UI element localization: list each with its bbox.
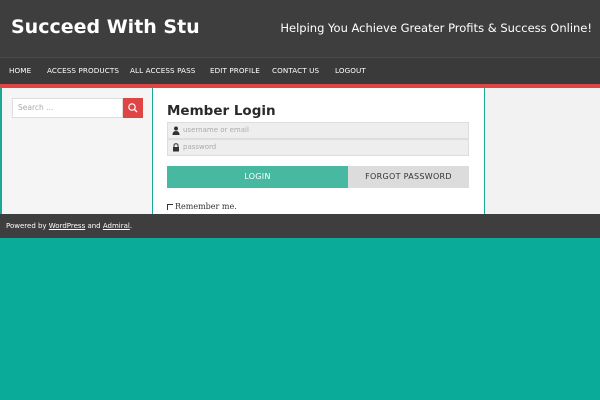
- nav-item-edit-profile[interactable]: EDIT PROFILE: [210, 66, 260, 75]
- search-button[interactable]: [123, 98, 143, 118]
- admiral-link[interactable]: Admiral: [103, 222, 130, 230]
- footer-credits: Powered by WordPress and Admiral.: [6, 222, 132, 230]
- wordpress-link[interactable]: WordPress: [49, 222, 85, 230]
- main-nav: HOME ACCESS PRODUCTS ALL ACCESS PASS EDI…: [0, 57, 600, 84]
- lock-icon: [173, 143, 179, 152]
- remember-checkbox[interactable]: [167, 204, 173, 210]
- login-button[interactable]: LOGIN: [167, 166, 348, 188]
- site-tagline: Helping You Achieve Greater Profits & Su…: [280, 21, 592, 35]
- nav-item-all-access-pass[interactable]: ALL ACCESS PASS: [130, 66, 195, 75]
- site-title[interactable]: Succeed With Stu: [11, 16, 200, 38]
- user-icon: [172, 126, 180, 135]
- right-sidebar: [485, 88, 600, 214]
- footer-prefix: Powered by: [6, 222, 49, 230]
- content-area: Search ... Member Login username or emai…: [0, 88, 600, 214]
- nav-item-home[interactable]: HOME: [9, 66, 31, 75]
- username-placeholder: username or email: [183, 126, 249, 134]
- search-input[interactable]: Search ...: [12, 98, 123, 118]
- remember-me[interactable]: Remember me.: [167, 202, 237, 211]
- nav-item-contact-us[interactable]: CONTACT US: [272, 66, 319, 75]
- footer-middle: and: [85, 222, 103, 230]
- nav-item-access-products[interactable]: ACCESS PRODUCTS: [47, 66, 119, 75]
- site-header: Succeed With Stu Helping You Achieve Gre…: [0, 0, 600, 57]
- password-placeholder: password: [183, 143, 217, 151]
- left-sidebar: Search ...: [0, 88, 152, 214]
- search-icon: [128, 103, 138, 113]
- username-field[interactable]: username or email: [167, 122, 469, 139]
- remember-label: Remember me.: [175, 202, 237, 211]
- forgot-password-button[interactable]: FORGOT PASSWORD: [348, 166, 469, 188]
- login-title: Member Login: [167, 103, 276, 119]
- main-content: Member Login username or email password …: [152, 88, 485, 214]
- password-field[interactable]: password: [167, 139, 469, 156]
- nav-item-logout[interactable]: LOGOUT: [335, 66, 366, 75]
- footer-suffix: .: [129, 222, 133, 230]
- site-footer: Powered by WordPress and Admiral.: [0, 214, 600, 238]
